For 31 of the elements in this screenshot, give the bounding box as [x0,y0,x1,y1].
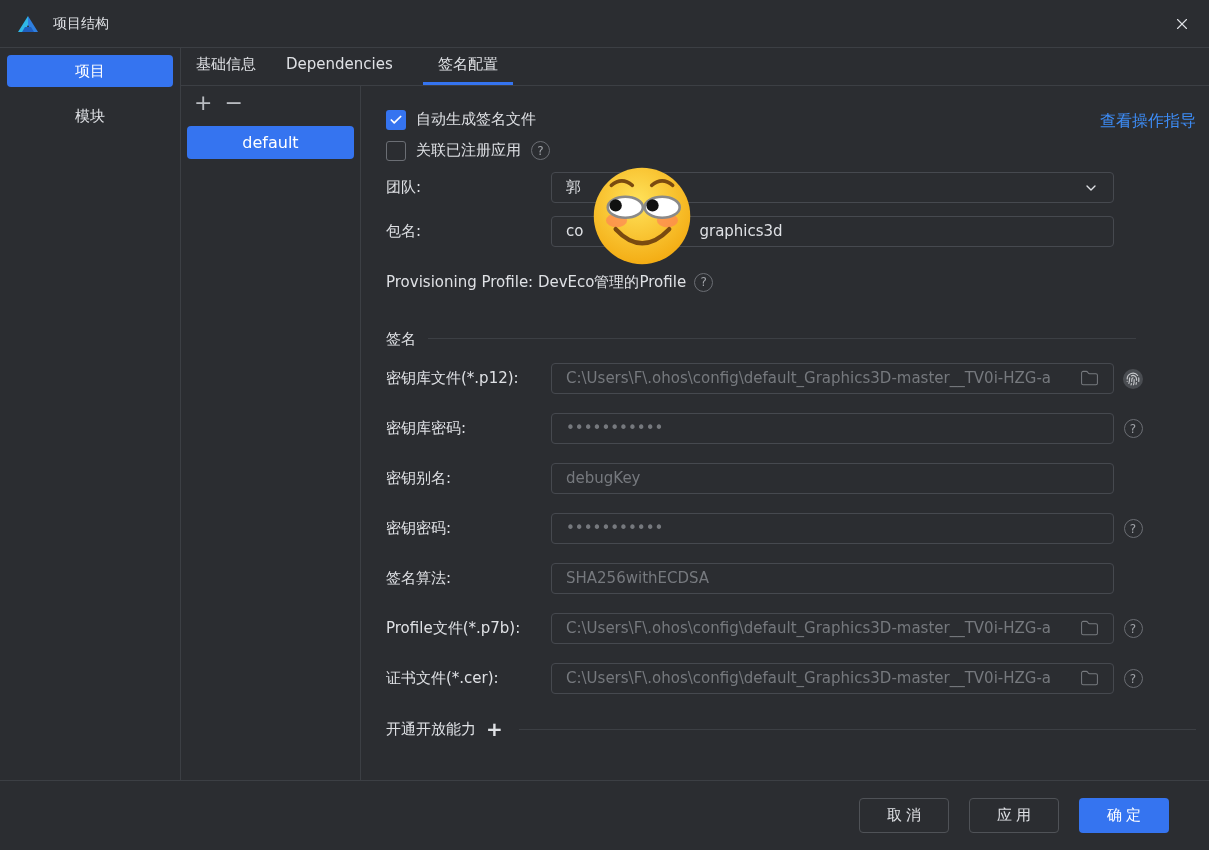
field-label: 密钥库文件(*.p12): [386,368,520,390]
dialog-button[interactable]: 取消 [859,798,949,833]
field-label: 团队: [386,177,423,199]
checkbox-label: 自动生成签名文件 [416,109,536,131]
dialog-button[interactable]: 应用 [969,798,1059,833]
add-button[interactable]: + [194,92,213,114]
app-logo-icon [17,14,39,33]
section-title: 签名 [386,328,416,350]
field-label: 密钥库密码: [386,418,468,440]
field-label: 签名算法: [386,568,453,590]
capabilities-label: 开通开放能力 [386,719,476,740]
config-item[interactable]: default [187,126,354,159]
tab[interactable]: Dependencies [286,47,393,85]
checkbox-label: 关联已注册应用 [416,140,521,162]
field-label: 证书文件(*.cer): [386,668,500,690]
field-label: 密钥别名: [386,468,453,490]
sidebar-item[interactable]: 模块 [7,100,173,132]
sidebar-item[interactable]: 项目 [7,55,173,87]
guide-link[interactable]: 查看操作指导 [1100,109,1196,162]
tab[interactable]: 签名配置 [422,47,513,85]
tab[interactable]: 基础信息 [196,47,256,85]
field-label: 密钥密码: [386,518,453,540]
field-label: Profile文件(*.p7b): [386,618,522,640]
checkbox[interactable] [386,109,406,130]
checkbox[interactable] [386,140,406,161]
provisioning-profile-text: Provisioning Profile: DevEco管理的Profile [386,272,687,293]
add-capability-button[interactable]: + [486,719,503,740]
remove-button[interactable]: − [224,92,243,114]
field-label: 包名: [386,221,423,243]
window-title: 项目结构 [53,14,109,33]
confirm-button[interactable]: 确定 [1079,798,1169,833]
